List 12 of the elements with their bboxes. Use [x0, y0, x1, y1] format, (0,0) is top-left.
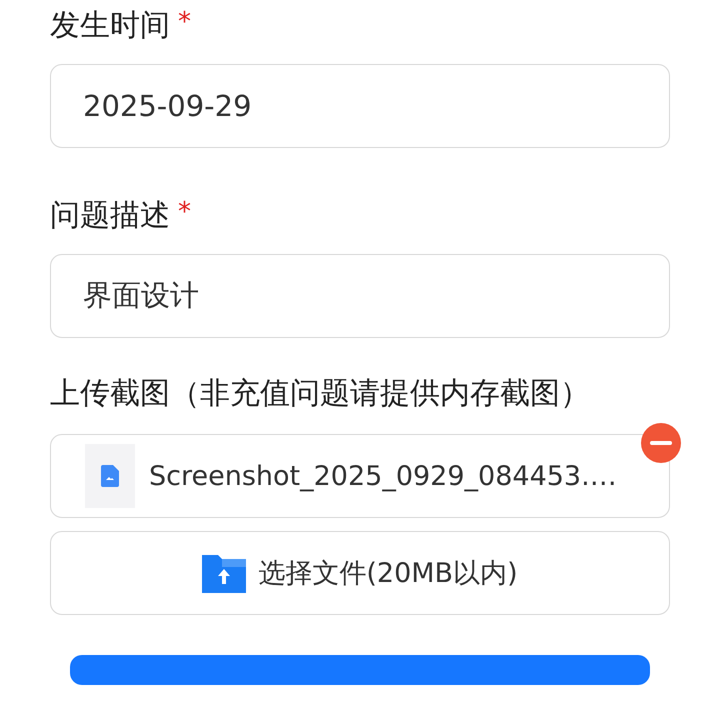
required-mark: *: [178, 6, 191, 39]
field-label: 上传截图（非充值问题请提供内存截图）: [50, 375, 590, 413]
image-file-icon: [85, 444, 135, 508]
input-field[interactable]: 界面设计: [50, 254, 670, 338]
required-mark: *: [178, 196, 191, 229]
field-label: 发生时间: [50, 7, 170, 45]
field-label: 问题描述: [50, 197, 170, 235]
remove-icon[interactable]: [641, 423, 681, 463]
choose-file-button[interactable]: 选择文件(20MB以内): [50, 531, 670, 615]
file-name: Screenshot_2025_0929_084453.…: [149, 460, 617, 492]
folder-upload-icon: [202, 553, 246, 593]
input-field[interactable]: 2025-09-29: [50, 64, 670, 148]
